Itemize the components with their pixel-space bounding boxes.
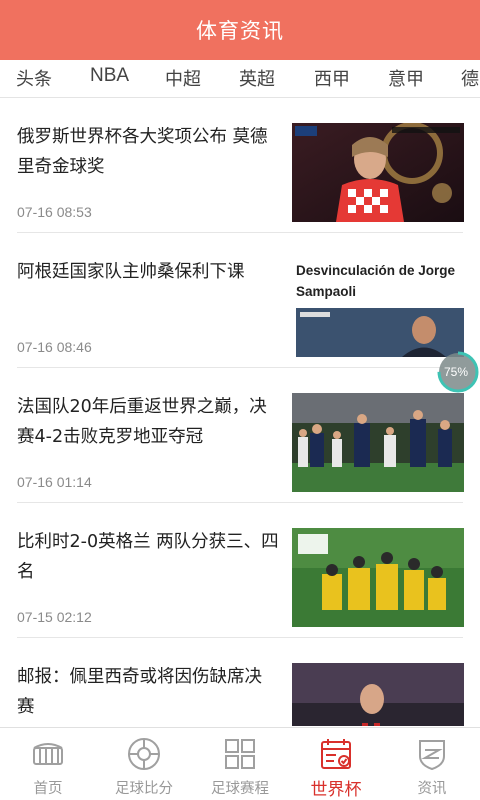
football-icon [128, 738, 160, 770]
news-item[interactable]: 法国队20年后重返世界之巅，决赛4-2击败克罗地亚夺冠 07-16 01:14 [0, 368, 480, 503]
news-item[interactable]: 邮报：佩里西奇或将因伤缺席决赛 [0, 638, 480, 726]
news-title: 比利时2-0英格兰 两队分获三、四名 [17, 532, 279, 582]
page-title: 体育资讯 [196, 19, 284, 43]
tab-nba[interactable]: NBA [90, 65, 129, 87]
nav-news[interactable]: 资讯 [384, 728, 480, 800]
perisic-photo [292, 663, 464, 726]
calendar-check-icon [321, 739, 351, 769]
progress-label: 75% [443, 365, 469, 379]
nav-label: 世界杯 [310, 780, 362, 800]
news-list: 俄罗斯世界杯各大奖项公布 莫德里奇金球奖 07-16 08:53 阿根廷国家队主… [0, 98, 480, 726]
belgium-celebration-photo [292, 528, 464, 627]
tab-headlines[interactable]: 头条 [16, 65, 52, 91]
tab-csl[interactable]: 中超 [165, 65, 201, 91]
tab-la-liga[interactable]: 西甲 [314, 65, 350, 91]
news-time: 07-15 02:12 [17, 609, 92, 625]
news-title: 邮报：佩里西奇或将因伤缺席决赛 [17, 667, 262, 717]
news-item[interactable]: 比利时2-0英格兰 两队分获三、四名 07-15 02:12 [0, 503, 480, 638]
thumb-caption: Desvinculación de Jorge Sampaoli [296, 263, 456, 299]
tab-premier-league[interactable]: 英超 [239, 65, 275, 91]
category-tabs: 头条 NBA 中超 英超 西甲 意甲 德 [0, 60, 480, 98]
nav-home[interactable]: 首页 [0, 728, 96, 800]
news-title: 俄罗斯世界杯各大奖项公布 莫德里奇金球奖 [17, 127, 268, 177]
stadium-icon [33, 743, 63, 765]
progress-badge[interactable]: 75% [436, 350, 480, 394]
app-header: 体育资讯 [0, 0, 480, 60]
tab-serie-a[interactable]: 意甲 [388, 65, 424, 91]
news-item[interactable]: 阿根廷国家队主帅桑保利下课 07-16 08:46 Desvinculación… [0, 233, 480, 368]
news-time: 07-16 08:53 [17, 204, 92, 220]
modric-photo [292, 123, 464, 222]
france-celebration-photo [292, 393, 464, 492]
news-time: 07-16 01:14 [17, 474, 92, 490]
nav-label: 资讯 [417, 781, 447, 797]
nav-schedule[interactable]: 足球赛程 [192, 728, 288, 800]
news-time: 07-16 08:46 [17, 339, 92, 355]
nav-label: 首页 [33, 781, 63, 797]
nav-world-cup[interactable]: 世界杯 [288, 728, 384, 800]
nav-label: 足球赛程 [211, 781, 269, 797]
news-item[interactable]: 俄罗斯世界杯各大奖项公布 莫德里奇金球奖 07-16 08:53 [0, 98, 480, 233]
nav-label: 足球比分 [115, 781, 173, 797]
tab-bundesliga[interactable]: 德 [461, 65, 479, 91]
news-title: 法国队20年后重返世界之巅，决赛4-2击败克罗地亚夺冠 [17, 397, 267, 447]
shield-news-icon [419, 740, 445, 771]
bottom-nav: 首页 足球比分 足球赛程 世界杯 资讯 [0, 727, 480, 800]
nav-scores[interactable]: 足球比分 [96, 728, 192, 800]
grid-icon [225, 739, 255, 769]
sampaoli-photo: Desvinculación de Jorge Sampaoli [292, 258, 464, 357]
news-title: 阿根廷国家队主帅桑保利下课 [17, 262, 245, 282]
